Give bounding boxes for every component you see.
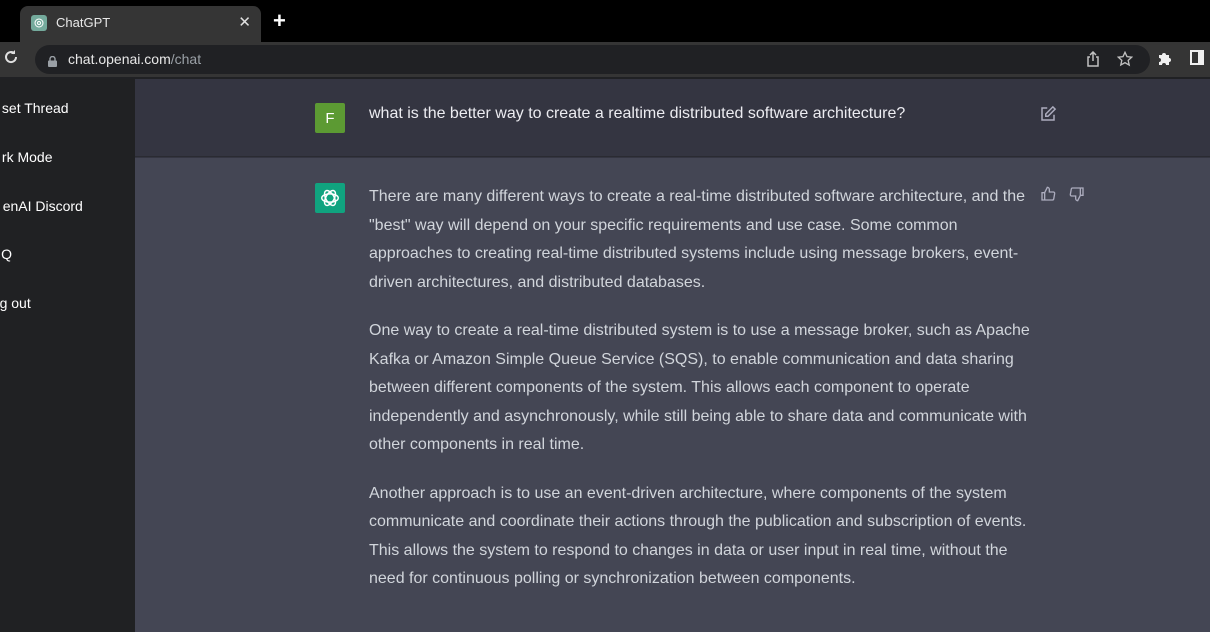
chatgpt-favicon-icon bbox=[31, 15, 47, 31]
assistant-paragraph: Another approach is to use an event-driv… bbox=[369, 484, 1027, 588]
browser-tab[interactable]: ChatGPT ✕ bbox=[20, 6, 261, 42]
sidebar-item-label: Q bbox=[1, 246, 13, 262]
assistant-paragraph: There are many different ways to create … bbox=[369, 188, 1026, 291]
chatgpt-logo-icon bbox=[315, 183, 345, 213]
user-avatar: F bbox=[315, 103, 345, 133]
sidebar-item-label: rk Mode bbox=[1, 149, 53, 165]
user-message-row: F what is the better way to create a rea… bbox=[135, 79, 1210, 157]
side-panel-icon[interactable] bbox=[1190, 50, 1204, 70]
sidebar-item-dark-mode[interactable]: Dark Mode bbox=[0, 149, 53, 165]
browser-tab-bar: ChatGPT ✕ + bbox=[0, 0, 1210, 42]
sidebar-item-faq[interactable]: FAQ bbox=[0, 246, 12, 262]
thumbs-up-icon[interactable] bbox=[1040, 186, 1056, 207]
edit-message-icon[interactable] bbox=[1039, 105, 1057, 128]
assistant-message-text: There are many different ways to create … bbox=[369, 183, 1034, 614]
sidebar-item-reset-thread[interactable]: Reset Thread bbox=[0, 100, 69, 116]
user-message-text: what is the better way to create a realt… bbox=[369, 105, 906, 122]
share-icon[interactable] bbox=[1086, 50, 1100, 71]
url-text[interactable]: chat.openai.com/chat bbox=[68, 51, 201, 67]
sidebar-item-label: g out bbox=[0, 295, 31, 311]
assistant-paragraph: One way to create a real-time distribute… bbox=[369, 322, 1030, 453]
url-host: chat.openai.com bbox=[68, 51, 171, 67]
lock-icon[interactable] bbox=[48, 54, 57, 67]
bookmark-star-icon[interactable] bbox=[1116, 50, 1134, 71]
thumbs-down-icon[interactable] bbox=[1069, 186, 1085, 207]
extensions-icon[interactable] bbox=[1157, 50, 1173, 71]
sidebar-item-label: enAI Discord bbox=[2, 198, 83, 214]
sidebar: Reset Thread Dark Mode OpenAI Discord FA… bbox=[0, 79, 135, 632]
browser-toolbar: chat.openai.com/chat bbox=[0, 42, 1210, 77]
sidebar-item-label: set Thread bbox=[1, 100, 69, 116]
conversation-panel: F what is the better way to create a rea… bbox=[135, 79, 1210, 632]
url-path: /chat bbox=[170, 51, 202, 67]
sidebar-item-openai-discord[interactable]: OpenAI Discord bbox=[0, 198, 83, 214]
reload-icon[interactable] bbox=[3, 49, 19, 70]
new-tab-button[interactable]: + bbox=[273, 10, 286, 32]
close-tab-icon[interactable]: ✕ bbox=[238, 13, 251, 31]
tab-title: ChatGPT bbox=[56, 15, 111, 30]
sidebar-item-log-out[interactable]: Log out bbox=[0, 295, 31, 311]
address-bar[interactable]: chat.openai.com/chat bbox=[35, 45, 1150, 74]
